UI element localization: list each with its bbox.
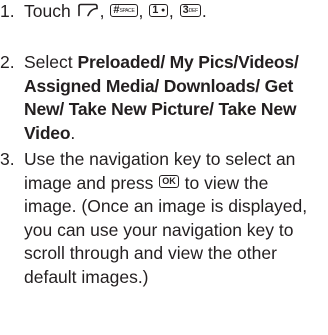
three-key-icon: 3DEF: [179, 3, 201, 17]
step-number: 2.: [0, 52, 15, 72]
step-number: 3.: [0, 149, 15, 169]
step-2-body: Select Preloaded/ My Pics/Videos/ Assign…: [24, 51, 322, 145]
step-number: 1.: [0, 1, 15, 21]
step-1: 1. Touch , #SPACE, 1 ●, 3DEF.: [0, 0, 322, 24]
key-separator: ,: [168, 1, 174, 21]
step-2: 2. Select Preloaded/ My Pics/Videos/ Ass…: [0, 51, 322, 145]
step-3-body: Use the navigation key to select an imag…: [24, 148, 322, 289]
step-2-period: .: [70, 122, 76, 143]
step-2-text: Select: [24, 52, 73, 72]
menu-key-icon: [77, 4, 98, 17]
ok-key-icon: OK: [159, 175, 179, 189]
pound-key-icon: #SPACE: [110, 3, 138, 17]
key-separator: ,: [99, 1, 105, 21]
step-1-text: Touch: [24, 1, 71, 21]
instruction-steps: 1. Touch , #SPACE, 1 ●, 3DEF. 2. Select …: [0, 0, 328, 335]
key-separator: ,: [138, 1, 144, 21]
step-1-period: .: [201, 1, 207, 21]
one-key-icon: 1 ●: [149, 3, 168, 17]
step-3: 3. Use the navigation key to select an i…: [0, 148, 322, 289]
step-1-body: Touch , #SPACE, 1 ●, 3DEF.: [24, 0, 322, 24]
